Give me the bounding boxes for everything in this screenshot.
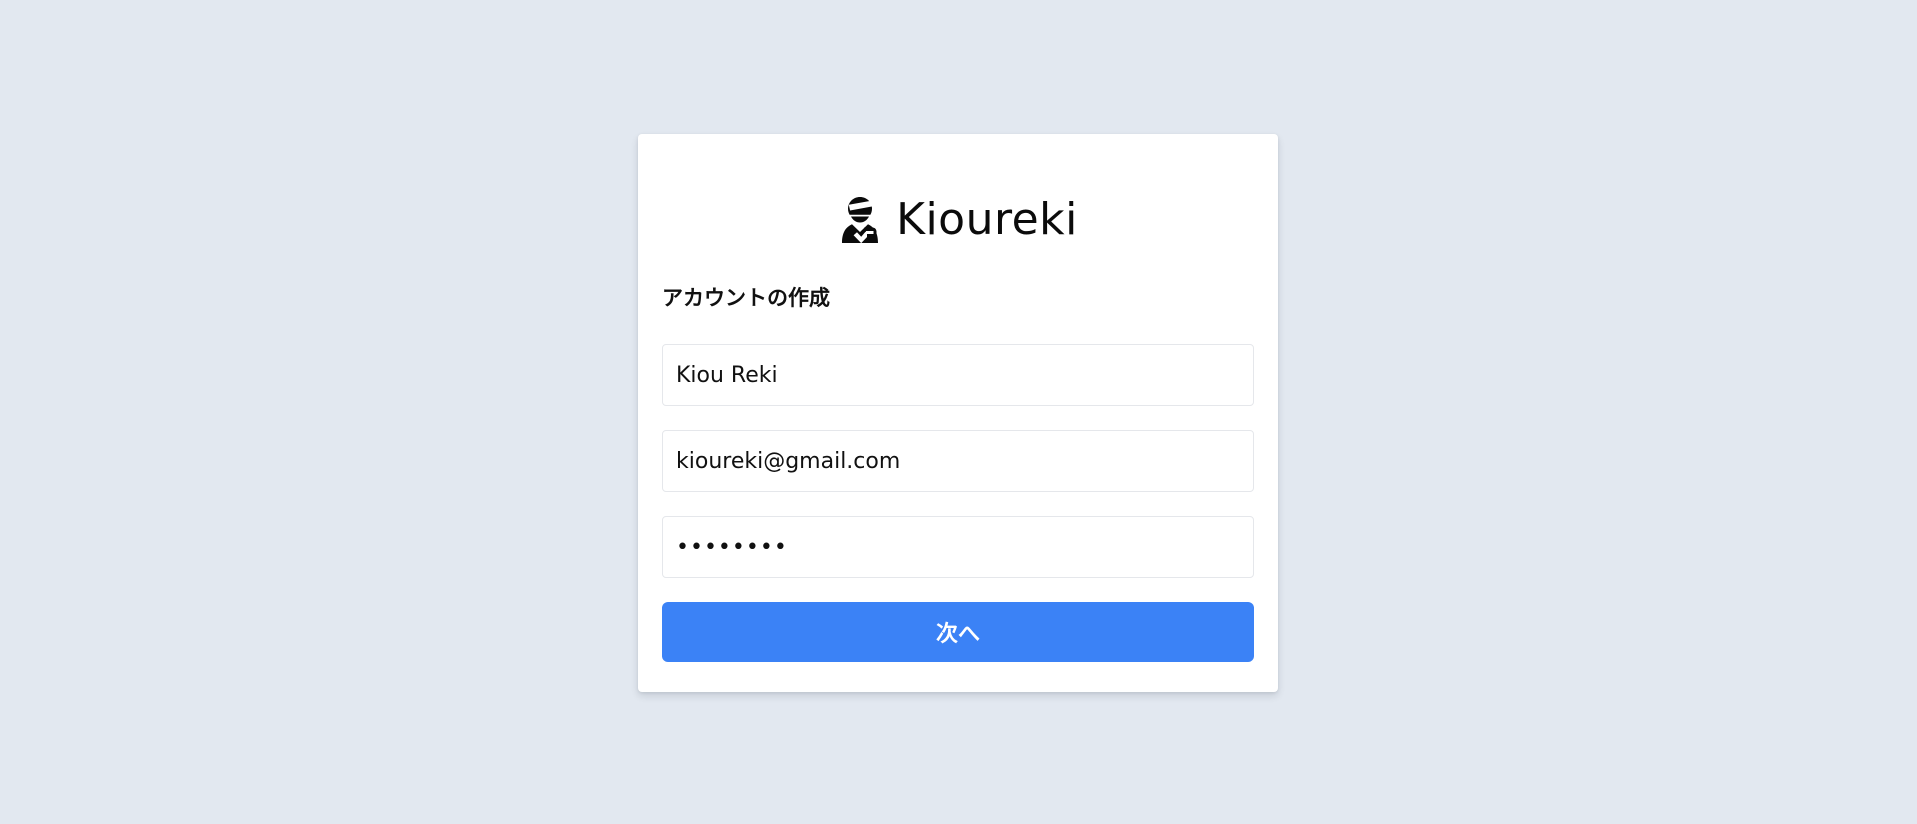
bandaged-person-icon	[842, 197, 879, 244]
brand-logo: Kioureki	[638, 190, 1278, 250]
password-field[interactable]	[662, 516, 1254, 578]
page-title: アカウントの作成	[662, 286, 830, 310]
signup-card: Kioureki アカウントの作成 次へ	[638, 134, 1278, 692]
email-field[interactable]	[662, 430, 1254, 492]
next-button[interactable]: 次へ	[662, 602, 1254, 662]
signup-page: Kioureki アカウントの作成 次へ	[0, 0, 1917, 824]
brand-name: Kioureki	[896, 194, 1078, 245]
name-field[interactable]	[662, 344, 1254, 406]
